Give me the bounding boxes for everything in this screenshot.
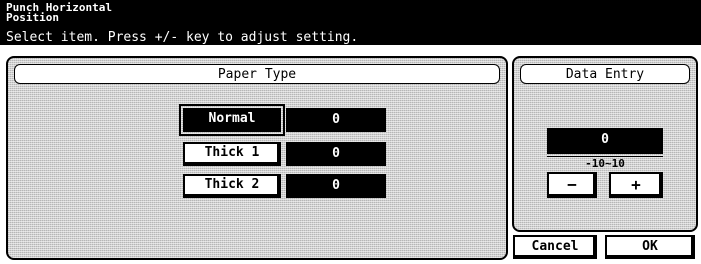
thick-2-button[interactable]: Thick 2 (183, 174, 281, 198)
normal-button[interactable]: Normal (179, 104, 285, 136)
data-entry-panel: Data Entry 0 -10~10 − + (512, 56, 698, 232)
paper-type-heading: Paper Type (14, 64, 500, 84)
screen-title: Punch Horizontal Position (6, 1, 112, 24)
thick-1-button[interactable]: Thick 1 (183, 142, 281, 166)
thick-2-value: 0 (286, 174, 386, 198)
range-label: -10~10 (585, 157, 625, 170)
thick-1-value: 0 (286, 142, 386, 166)
title-bar: Punch Horizontal Position Select item. P… (0, 0, 701, 47)
data-entry-heading: Data Entry (520, 64, 690, 84)
data-entry-value: 0 (547, 128, 663, 154)
cancel-button[interactable]: Cancel (513, 235, 597, 259)
minus-button[interactable]: − (547, 172, 597, 198)
paper-type-panel: Paper Type Normal 0 Thick 1 0 Thick 2 0 (6, 56, 508, 260)
plus-button[interactable]: + (609, 172, 663, 198)
normal-value: 0 (286, 108, 386, 132)
ok-button[interactable]: OK (605, 235, 695, 259)
header-divider (0, 45, 701, 47)
instruction-text: Select item. Press +/- key to adjust set… (6, 30, 359, 45)
